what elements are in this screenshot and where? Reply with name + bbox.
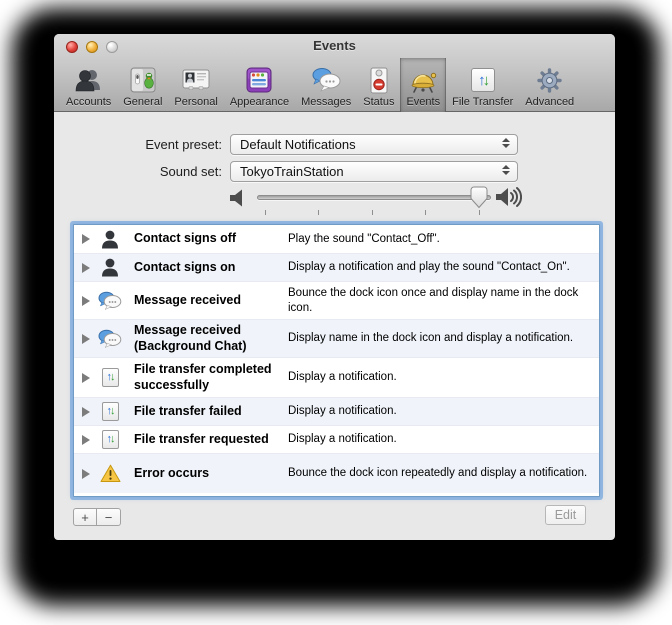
toolbar-item-general[interactable]: General <box>117 58 168 112</box>
add-event-button[interactable]: + <box>73 508 97 526</box>
volume-slider-track[interactable] <box>257 195 491 200</box>
table-row-contact-signs-off[interactable]: Contact signs off Play the sound "Contac… <box>74 225 599 253</box>
toolbar-label: Accounts <box>66 96 112 108</box>
event-title: Error occurs <box>134 465 210 480</box>
disclosure-triangle-icon[interactable] <box>82 372 96 383</box>
preferences-window: Events Accounts General Personal Appeara… <box>54 34 615 540</box>
toolbar: Accounts General Personal Appearance Mes… <box>54 58 615 112</box>
accounts-icon <box>74 65 104 95</box>
toolbar-label: File Transfer <box>452 96 514 108</box>
file-transfer-icon: ↑ ↓ <box>96 430 124 449</box>
sound-set-label: Sound set: <box>159 164 222 179</box>
volume-slider-thumb[interactable] <box>470 186 488 214</box>
toolbar-item-file-transfer[interactable]: ↑ ↓ File Transfer <box>446 58 519 112</box>
toolbar-item-accounts[interactable]: Accounts <box>60 58 117 112</box>
window-chrome: Events Accounts General Personal Appeara… <box>54 34 615 112</box>
popup-arrows-icon <box>502 165 510 175</box>
advanced-gear-icon <box>536 65 563 95</box>
event-title: Contact signs off <box>134 231 237 246</box>
toolbar-item-events[interactable]: Events <box>400 58 447 112</box>
table-row-file-transfer-completed[interactable]: ↑ ↓ File transfer completed successfully … <box>74 357 599 397</box>
toolbar-label: Personal <box>174 96 218 108</box>
table-row-file-transfer-requested[interactable]: ↑ ↓ File transfer requested Display a not… <box>74 425 599 453</box>
disclosure-triangle-icon[interactable] <box>82 406 96 417</box>
titlebar[interactable]: Events <box>54 34 615 58</box>
edit-button[interactable]: Edit <box>545 505 586 525</box>
event-description: Bounce the dock icon repeatedly and disp… <box>288 467 588 480</box>
event-title: File transfer requested <box>134 431 269 446</box>
toolbar-label: Appearance <box>229 96 290 108</box>
toolbar-item-personal[interactable]: Personal <box>168 58 223 112</box>
toolbar-label: Messages <box>301 96 352 108</box>
add-remove-controls: + − <box>73 508 121 526</box>
event-title: File transfer failed <box>134 403 242 418</box>
popup-arrows-icon <box>502 138 510 148</box>
table-row-message-received-background[interactable]: Message received (Background Chat) Displ… <box>74 319 599 357</box>
disclosure-triangle-icon[interactable] <box>82 295 96 306</box>
events-table: Contact signs off Play the sound "Contac… <box>73 224 600 497</box>
appearance-icon <box>246 65 272 95</box>
file-transfer-icon: ↑ ↓ <box>96 402 124 421</box>
event-title: Contact signs on <box>134 259 236 274</box>
message-icon <box>96 329 124 348</box>
toolbar-item-status[interactable]: Status <box>357 58 400 112</box>
event-description: Play the sound "Contact_Off". <box>288 232 440 245</box>
toolbar-label: Events <box>406 96 441 108</box>
event-description: Bounce the dock icon once and display na… <box>288 286 579 314</box>
table-row-message-received[interactable]: Message received Bounce the dock icon on… <box>74 281 599 319</box>
warning-icon <box>96 464 124 483</box>
toolbar-item-appearance[interactable]: Appearance <box>224 58 295 112</box>
slider-tick <box>265 210 266 215</box>
disclosure-triangle-icon[interactable] <box>82 262 96 273</box>
volume-high-icon <box>496 186 523 213</box>
disclosure-triangle-icon[interactable] <box>82 234 96 244</box>
event-title: Message received <box>134 292 242 307</box>
toolbar-item-messages[interactable]: Messages <box>295 58 357 112</box>
toolbar-item-advanced[interactable]: Advanced <box>519 58 580 112</box>
disclosure-triangle-icon[interactable] <box>82 468 96 479</box>
message-icon <box>96 291 124 310</box>
disclosure-triangle-icon[interactable] <box>82 333 96 344</box>
file-transfer-icon: ↑ ↓ <box>470 65 495 95</box>
event-description: Display name in the dock icon and displa… <box>288 332 574 345</box>
contact-icon <box>96 258 124 277</box>
disclosure-triangle-icon[interactable] <box>82 434 96 445</box>
event-preset-popup[interactable]: Default Notifications <box>230 134 518 155</box>
slider-tick <box>372 210 373 215</box>
event-preset-label: Event preset: <box>145 137 222 152</box>
event-preset-value: Default Notifications <box>240 137 356 152</box>
event-description: Display a notification. <box>288 405 397 418</box>
event-description: Display a notification. <box>288 433 397 446</box>
file-transfer-icon: ↑ ↓ <box>96 368 124 387</box>
toolbar-label: General <box>123 96 163 108</box>
personal-icon <box>182 65 210 95</box>
status-icon <box>370 65 388 95</box>
event-description: Display a notification and play the soun… <box>288 261 570 274</box>
toolbar-label: Advanced <box>525 96 575 108</box>
general-icon <box>130 65 156 95</box>
table-row-error-occurs[interactable]: Error occurs Bounce the dock icon repeat… <box>74 453 599 493</box>
event-description: Display a notification. <box>288 371 397 384</box>
messages-icon <box>310 65 342 95</box>
window-title: Events <box>313 38 356 53</box>
events-bell-icon <box>408 65 438 95</box>
sound-set-popup[interactable]: TokyoTrainStation <box>230 161 518 182</box>
slider-tick <box>425 210 426 215</box>
table-row-file-transfer-failed[interactable]: ↑ ↓ File transfer failed Display a notifi… <box>74 397 599 425</box>
volume-low-icon <box>230 189 244 212</box>
event-title: File transfer completed successfully <box>134 361 272 392</box>
sound-set-value: TokyoTrainStation <box>240 164 344 179</box>
event-title: Message received (Background Chat) <box>134 322 247 353</box>
contact-icon <box>96 230 124 249</box>
remove-event-button[interactable]: − <box>97 508 121 526</box>
slider-tick <box>318 210 319 215</box>
toolbar-label: Status <box>363 96 395 108</box>
table-row-contact-signs-on[interactable]: Contact signs on Display a notification … <box>74 253 599 281</box>
